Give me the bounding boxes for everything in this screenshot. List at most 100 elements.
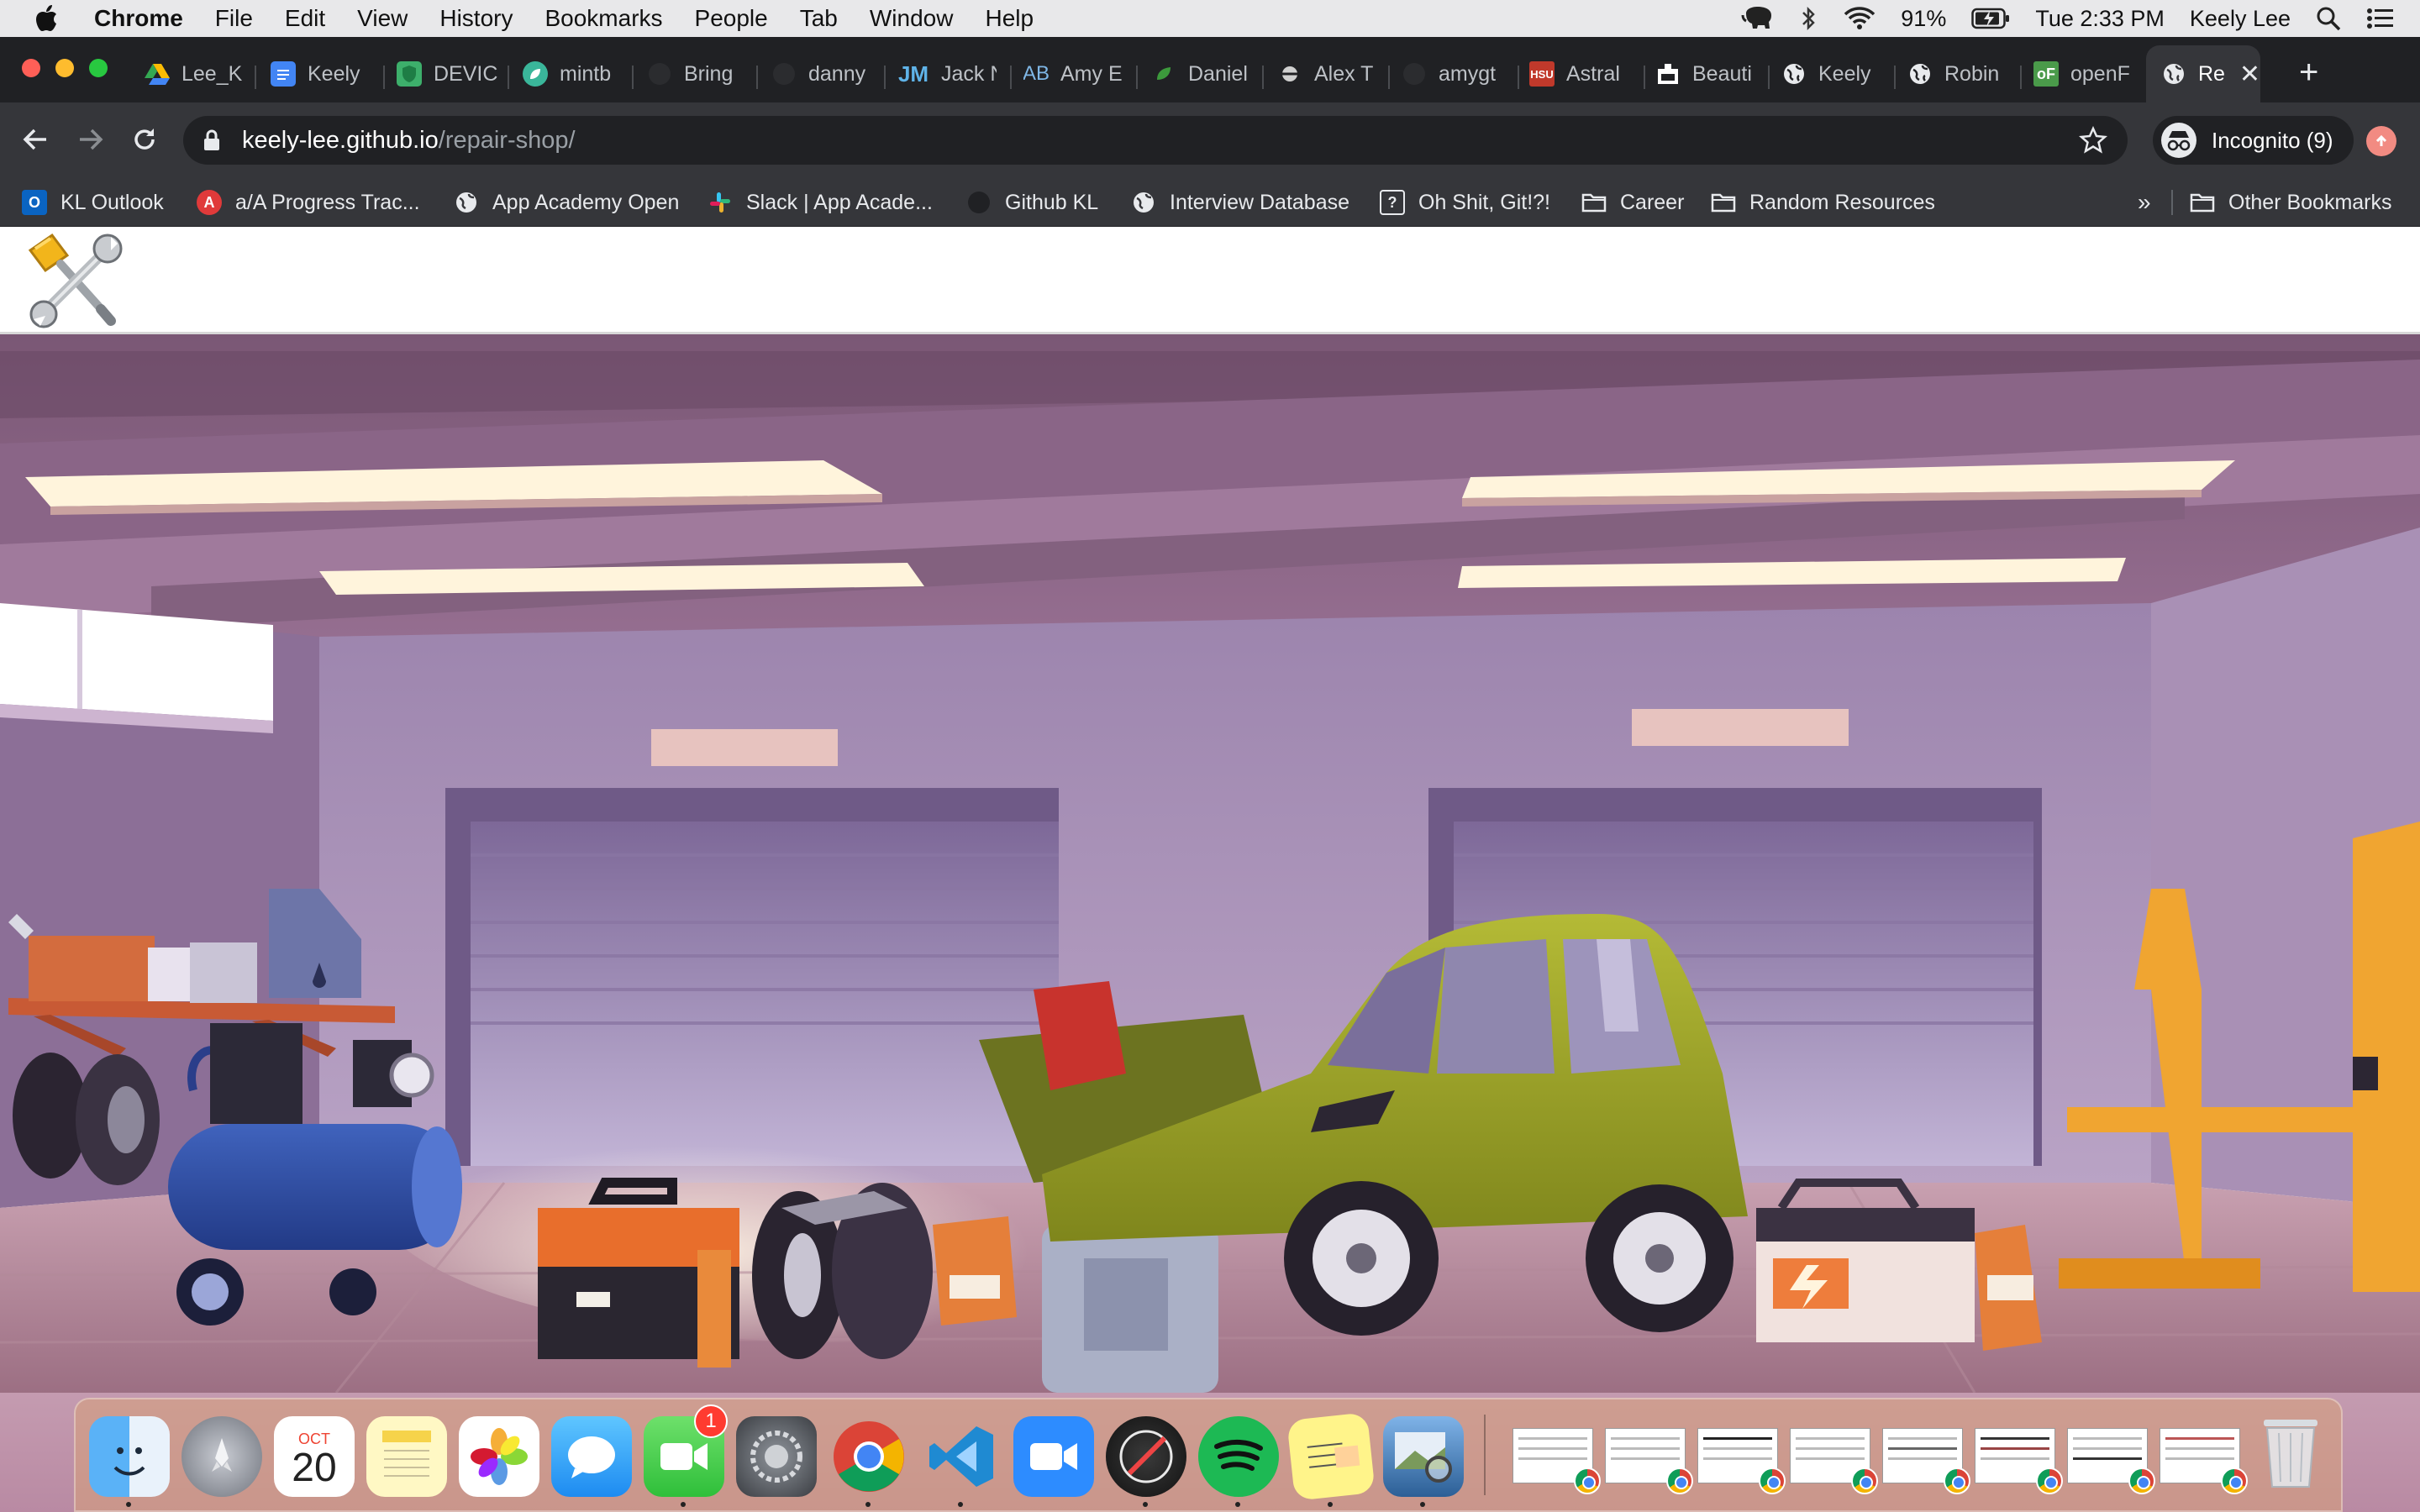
tab-daniel[interactable]: Daniel (1151, 45, 1250, 102)
clock[interactable]: Tue 2:33 PM (2035, 6, 2165, 32)
spotify-icon[interactable] (1198, 1416, 1279, 1497)
notification-center-icon[interactable] (2366, 7, 2395, 30)
bookmark-separator (2171, 190, 2173, 215)
window-minimize-button[interactable] (55, 59, 74, 77)
reload-button[interactable] (126, 121, 163, 158)
tab-danny[interactable]: danny (771, 45, 871, 102)
tab-jack[interactable]: JM Jack N (897, 45, 997, 102)
new-tab-button[interactable]: + (2299, 55, 2318, 89)
bookmark-oh-shit-git[interactable]: ? Oh Shit, Git!?! (1380, 178, 1550, 227)
tab-repair-shop-active[interactable]: Re ✕ (2146, 45, 2260, 102)
tab-amygt[interactable]: amygt (1402, 45, 1506, 102)
google-drive-icon (145, 61, 170, 87)
minimized-window-thumbnail[interactable] (1512, 1428, 1601, 1494)
address-bar[interactable]: keely-lee.github.io/repair-shop/ (183, 116, 2128, 165)
spotlight-search-icon[interactable] (2316, 6, 2341, 31)
evernote-elephant-icon[interactable] (1741, 5, 1775, 32)
preview-icon[interactable] (1383, 1416, 1464, 1497)
instruments-icon[interactable] (1106, 1416, 1186, 1497)
chrome-badge-icon (2221, 1467, 2248, 1494)
minimized-window-thumbnail[interactable] (2067, 1428, 2155, 1494)
wifi-icon[interactable] (1844, 6, 1876, 31)
chrome-badge-icon (2036, 1467, 2063, 1494)
menu-edit[interactable]: Edit (285, 5, 325, 32)
stickies-icon[interactable] (1286, 1412, 1376, 1501)
window-close-button[interactable] (22, 59, 40, 77)
user-name[interactable]: Keely Lee (2190, 6, 2291, 32)
menu-file[interactable]: File (215, 5, 253, 32)
tab-keely-site[interactable]: Keely (1781, 45, 1881, 102)
apple-menu-icon[interactable] (34, 3, 60, 34)
lock-icon[interactable] (203, 129, 220, 151)
menu-app-chrome[interactable]: Chrome (94, 5, 183, 32)
minimized-window-thumbnail[interactable] (1605, 1428, 1693, 1494)
zoom-icon[interactable] (1013, 1416, 1094, 1497)
tab-keely-doc[interactable]: Keely (271, 45, 370, 102)
minimized-window-thumbnail[interactable] (1882, 1428, 1970, 1494)
vscode-icon[interactable] (921, 1416, 1002, 1497)
tab-close-icon[interactable]: ✕ (2239, 60, 2260, 89)
beauty-logo-icon (1655, 61, 1681, 87)
running-indicator (865, 1502, 871, 1507)
tab-devic[interactable]: DEVIC (397, 45, 497, 102)
bookmark-other-bookmarks[interactable]: Other Bookmarks (2190, 178, 2392, 227)
folder-icon (1711, 190, 1736, 215)
bookmark-interview-database[interactable]: Interview Database (1131, 178, 1349, 227)
menu-view[interactable]: View (357, 5, 408, 32)
battery-percent: 91% (1901, 5, 1947, 31)
bookmark-github-kl[interactable]: Github KL (966, 178, 1098, 227)
bookmark-kl-outlook[interactable]: O KL Outlook (22, 178, 164, 227)
minimized-window-thumbnail[interactable] (2160, 1428, 2248, 1494)
running-indicator (958, 1502, 963, 1507)
tab-separator (1262, 66, 1264, 89)
bookmark-folder-career[interactable]: Career (1581, 178, 1684, 227)
bookmark-slack[interactable]: Slack | App Acade... (708, 178, 933, 227)
launchpad-icon[interactable] (182, 1416, 262, 1497)
globe-icon (2161, 61, 2186, 87)
back-button[interactable] (17, 121, 54, 158)
forward-button[interactable] (72, 121, 109, 158)
alex-logo-icon (1277, 61, 1302, 87)
menu-window[interactable]: Window (870, 5, 954, 32)
tab-openf[interactable]: oF openF (2033, 45, 2134, 102)
minimized-window-thumbnail[interactable] (1975, 1428, 2063, 1494)
bookmark-app-academy-open[interactable]: App Academy Open (454, 178, 679, 227)
tab-separator (383, 66, 385, 89)
menu-history[interactable]: History (439, 5, 513, 32)
tab-bring[interactable]: Bring (647, 45, 746, 102)
bookmark-folder-random-resources[interactable]: Random Resources (1711, 178, 1935, 227)
tab-mintb[interactable]: mintb (523, 45, 622, 102)
tab-robin[interactable]: Robin (1907, 45, 2008, 102)
bookmarks-overflow-button[interactable]: » (2138, 178, 2151, 227)
finder-icon[interactable] (89, 1416, 170, 1497)
github-icon (1402, 61, 1427, 87)
tab-amy[interactable]: AB Amy E (1023, 45, 1124, 102)
chrome-update-icon[interactable] (2366, 126, 2396, 156)
tab-separator (508, 66, 509, 89)
trash-icon[interactable] (2250, 1411, 2331, 1492)
battery-charging-icon[interactable] (1971, 8, 2010, 29)
menu-bookmarks[interactable]: Bookmarks (544, 5, 662, 32)
photos-icon[interactable] (459, 1416, 539, 1497)
window-zoom-button[interactable] (89, 59, 108, 77)
notes-icon[interactable] (366, 1416, 447, 1497)
chrome-icon[interactable] (829, 1416, 909, 1497)
tab-astral[interactable]: HSU Astral (1529, 45, 1630, 102)
tab-lee-k[interactable]: Lee_K (145, 45, 244, 102)
tab-alex[interactable]: Alex T (1277, 45, 1376, 102)
bookmark-aa-progress[interactable]: A a/A Progress Trac... (197, 178, 420, 227)
wrench-screwdriver-logo-icon[interactable] (24, 232, 124, 331)
messages-icon[interactable] (551, 1416, 632, 1497)
minimized-window-thumbnail[interactable] (1697, 1428, 1786, 1494)
minimized-window-thumbnail[interactable] (1790, 1428, 1878, 1494)
bookmark-star-icon[interactable] (2078, 125, 2108, 161)
menu-people[interactable]: People (695, 5, 768, 32)
system-preferences-icon[interactable] (736, 1416, 817, 1497)
incognito-indicator[interactable]: Incognito (9) (2153, 116, 2354, 165)
bluetooth-icon[interactable] (1800, 6, 1818, 31)
menu-help[interactable]: Help (985, 5, 1034, 32)
menu-tab[interactable]: Tab (800, 5, 838, 32)
running-indicator (681, 1502, 686, 1507)
tab-beauti[interactable]: Beauti (1655, 45, 1756, 102)
calendar-icon[interactable]: OCT 20 (274, 1416, 355, 1497)
